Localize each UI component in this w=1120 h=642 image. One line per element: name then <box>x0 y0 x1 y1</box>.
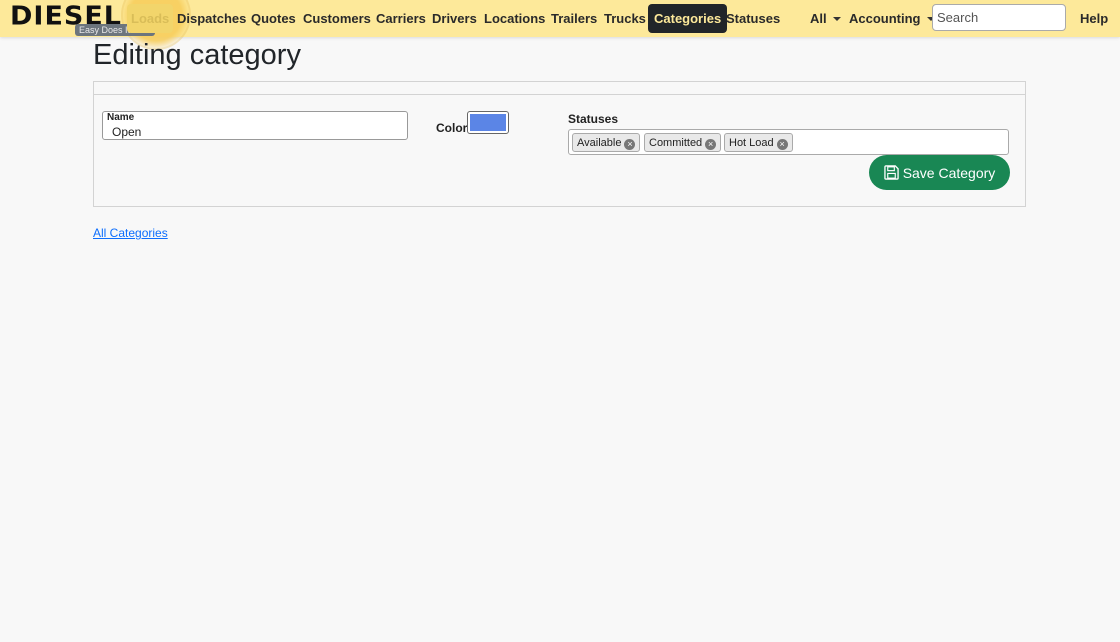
save-button-label: Save Category <box>902 164 996 181</box>
nav-trailers[interactable]: Trailers <box>551 4 597 33</box>
status-tag-available: Available × <box>572 133 641 152</box>
nav-customers[interactable]: Customers <box>303 4 371 33</box>
nav-trucks[interactable]: Trucks <box>604 4 646 33</box>
color-label: Color <box>436 121 468 135</box>
name-label: Name <box>107 112 135 123</box>
nav-accounting-label: Accounting <box>849 11 921 26</box>
save-category-button[interactable]: Save Category <box>869 155 1010 190</box>
color-picker[interactable] <box>467 111 509 134</box>
all-categories-link[interactable]: All Categories <box>93 226 168 240</box>
page-title: Editing category <box>93 39 301 71</box>
remove-tag-icon[interactable]: × <box>705 139 717 150</box>
nav-all-label: All <box>810 11 827 26</box>
remove-tag-icon[interactable]: × <box>624 139 636 150</box>
brand-logo[interactable]: DIESEL Easy Does It Tech <box>8 2 156 36</box>
floppy-disk-icon <box>883 164 899 180</box>
search-input[interactable] <box>932 4 1066 31</box>
name-field[interactable]: Name <box>102 111 408 140</box>
navbar: DIESEL Easy Does It Tech Loads Dispatche… <box>0 0 1120 48</box>
nav-help[interactable]: Help <box>1080 4 1108 33</box>
nav-locations[interactable]: Locations <box>484 4 545 33</box>
status-tag-label: Hot Load <box>729 137 774 149</box>
statuses-label: Statuses <box>568 112 619 126</box>
nav-carriers[interactable]: Carriers <box>376 4 426 33</box>
status-tag-label: Available <box>577 137 622 149</box>
nav-drivers[interactable]: Drivers <box>432 4 477 33</box>
nav-statuses[interactable]: Statuses <box>726 4 780 33</box>
nav-quotes[interactable]: Quotes <box>251 4 296 33</box>
status-tag-label: Committed <box>649 137 703 149</box>
nav-all-dropdown[interactable]: All <box>810 4 841 33</box>
chevron-down-icon <box>832 17 841 21</box>
name-input[interactable] <box>106 124 408 139</box>
nav-loads[interactable]: Loads <box>127 4 174 33</box>
status-tag-committed: Committed × <box>644 133 722 152</box>
nav-accounting-dropdown[interactable]: Accounting <box>849 4 935 33</box>
statuses-multiselect[interactable]: Available × Committed × Hot Load × <box>568 129 1009 155</box>
status-tag-hot-load: Hot Load × <box>724 133 793 152</box>
color-swatch-fill <box>470 114 506 131</box>
card-header <box>94 82 1025 95</box>
nav-categories[interactable]: Categories <box>648 4 728 33</box>
nav-dispatches[interactable]: Dispatches <box>177 4 246 33</box>
remove-tag-icon[interactable]: × <box>776 139 788 150</box>
category-form-card: Name Color Statuses Available× Committed… <box>93 81 1026 207</box>
